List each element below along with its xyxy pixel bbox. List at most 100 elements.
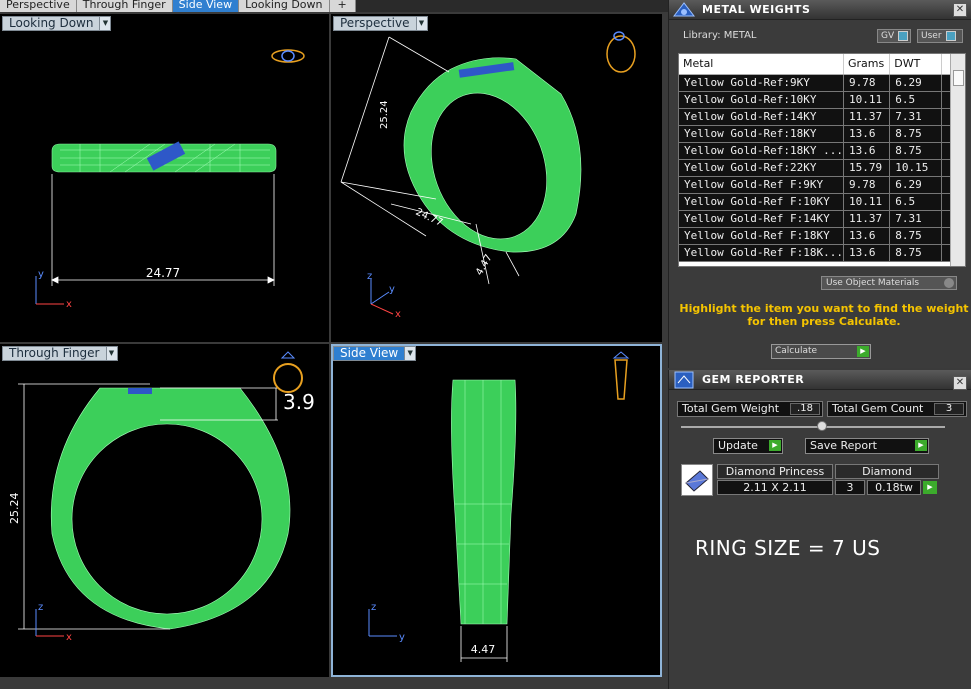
ring-gizmo-icon — [273, 351, 303, 393]
dwt-cell: 7.31 — [889, 210, 942, 228]
add-tab-button[interactable]: + — [329, 0, 356, 12]
gem-size: 2.11 X 2.11 — [717, 480, 833, 495]
axis-triad: z y x — [367, 271, 401, 320]
grams-cell: 10.11 — [843, 193, 891, 211]
dwt-cell: 8.75 — [889, 227, 942, 245]
dwt-cell: 6.5 — [889, 91, 942, 109]
table-row[interactable]: Yellow Gold-Ref:18KY 13.6 8.75 — [679, 125, 951, 143]
axis-triad: y x — [35, 269, 72, 310]
gem-list[interactable]: Diamond Princess Diamond 2.11 X 2.11 3 0… — [679, 464, 961, 500]
axis-triad: z x — [35, 602, 72, 643]
table-row[interactable]: Yellow Gold-Ref:18KY ... 13.6 8.75 — [679, 142, 951, 160]
gv-toggle[interactable]: GV — [877, 29, 911, 43]
gem-slider-knob[interactable] — [817, 421, 827, 431]
metal-cell: Yellow Gold-Ref:22KY — [679, 159, 844, 177]
table-row[interactable]: Yellow Gold-Ref F:18KY 13.6 8.75 — [679, 227, 951, 245]
total-gem-count: Total Gem Count 3 — [827, 401, 967, 417]
viewport-label[interactable]: Looking Down ▼ — [2, 16, 112, 31]
total-gem-weight: Total Gem Weight .18 — [677, 401, 823, 417]
gem-count: 3 — [835, 480, 865, 495]
metal-cell: Yellow Gold-Ref:9KY — [679, 74, 844, 92]
user-toggle[interactable]: User — [917, 29, 963, 43]
dwt-cell: 7.31 — [889, 108, 942, 126]
viewport-through-finger[interactable]: 25.24 3.9 z x Through Finger ▼ — [0, 344, 329, 677]
svg-text:x: x — [66, 632, 72, 643]
total-gem-weight-value: .18 — [790, 403, 820, 415]
metal-cell: Yellow Gold-Ref:10KY — [679, 91, 844, 109]
ring-gizmo-icon — [606, 31, 636, 73]
tab-perspective[interactable]: Perspective — [0, 0, 77, 12]
perspective-render: 25.24 24.77 4.47 z y x — [340, 31, 636, 320]
axis-triad: z y — [368, 602, 405, 643]
grams-cell: 13.6 — [843, 227, 891, 245]
svg-text:z: z — [38, 602, 43, 613]
dimension-callout: 3.9 — [283, 390, 315, 414]
metal-cell: Yellow Gold-Ref F:18KY — [679, 227, 844, 245]
viewport-perspective[interactable]: 25.24 24.77 4.47 z y x Perspective ▼ — [331, 14, 662, 342]
gem-shape: Diamond Princess — [717, 464, 833, 479]
svg-text:x: x — [66, 299, 72, 310]
svg-text:y: y — [399, 632, 405, 643]
metal-weights-logo-icon — [672, 1, 696, 16]
close-icon[interactable]: ✕ — [953, 3, 967, 17]
ring-size-annotation: RING SIZE = 7 US — [695, 536, 881, 560]
metal-cell: Yellow Gold-Ref F:18K... — [679, 244, 844, 262]
tab-through-finger[interactable]: Through Finger — [76, 0, 173, 12]
table-header: Metal Grams DWT — [679, 54, 951, 75]
viewport-label[interactable]: Perspective ▼ — [333, 16, 428, 31]
column-header-metal[interactable]: Metal — [679, 54, 844, 75]
app-window: Perspective Through Finger Side View Loo… — [0, 0, 971, 689]
panel-title: METAL WEIGHTS — [702, 3, 811, 16]
dimension-height: 25.24 — [379, 100, 390, 129]
metal-cell: Yellow Gold-Ref:18KY ... — [679, 142, 844, 160]
metal-cell: Yellow Gold-Ref:14KY — [679, 108, 844, 126]
use-object-materials-toggle[interactable]: Use Object Materials — [821, 276, 957, 290]
gem-slider-track — [681, 426, 945, 428]
table-row[interactable]: Yellow Gold-Ref F:9KY 9.78 6.29 — [679, 176, 951, 194]
close-icon[interactable]: ✕ — [953, 376, 967, 390]
tab-side-view[interactable]: Side View — [172, 0, 240, 12]
grams-cell: 11.37 — [843, 108, 891, 126]
panel-title: GEM REPORTER — [702, 373, 805, 386]
grams-cell: 13.6 — [843, 142, 891, 160]
table-row[interactable]: Yellow Gold-Ref:9KY 9.78 6.29 — [679, 74, 951, 92]
column-header-grams[interactable]: Grams — [843, 54, 891, 75]
play-icon: ▶ — [769, 440, 781, 451]
table-row[interactable]: Yellow Gold-Ref:10KY 10.11 6.5 — [679, 91, 951, 109]
grams-cell: 11.37 — [843, 210, 891, 228]
table-row[interactable]: Yellow Gold-Ref:14KY 11.37 7.31 — [679, 108, 951, 126]
viewport-label[interactable]: Side View ▼ — [333, 346, 417, 361]
metal-cell: Yellow Gold-Ref F:10KY — [679, 193, 844, 211]
metal-cell: Yellow Gold-Ref F:9KY — [679, 176, 844, 194]
play-icon: ▶ — [915, 440, 927, 451]
instruction-text: Highlight the item you want to find the … — [679, 302, 969, 328]
dwt-cell: 8.75 — [889, 142, 942, 160]
gem-weight: 0.18tw — [867, 480, 921, 495]
play-icon[interactable]: ▶ — [923, 481, 937, 494]
dwt-cell: 10.15 — [889, 159, 942, 177]
table-row[interactable]: Yellow Gold-Ref F:18K... 13.6 8.75 — [679, 244, 951, 262]
table-scrollbar[interactable] — [950, 54, 965, 266]
table-row[interactable]: Yellow Gold-Ref F:14KY 11.37 7.31 — [679, 210, 951, 228]
metal-table[interactable]: Metal Grams DWT Yellow Gold-Ref:9KY 9.78 6… — [678, 53, 966, 267]
dimension-thickness: 4.47 — [471, 643, 496, 656]
dimension-depth: 4.47 — [474, 253, 495, 278]
save-report-button[interactable]: Save Report ▶ — [805, 438, 929, 454]
side-view-render: 4.47 z y — [368, 351, 630, 662]
viewport-looking-down[interactable]: 24.77 y x Looking Down ▼ — [0, 14, 329, 342]
panel-header: METAL WEIGHTS — [669, 0, 971, 20]
table-row[interactable]: Yellow Gold-Ref F:10KY 10.11 6.5 — [679, 193, 951, 211]
update-button[interactable]: Update ▶ — [713, 438, 783, 454]
dimension-height: 25.24 — [8, 493, 21, 525]
grams-cell: 15.79 — [843, 159, 891, 177]
viewport-side-view[interactable]: 4.47 z y Side View ▼ — [331, 344, 662, 677]
viewport-label[interactable]: Through Finger ▼ — [2, 346, 118, 361]
table-row[interactable]: Yellow Gold-Ref:22KY 15.79 10.15 — [679, 159, 951, 177]
tab-looking-down[interactable]: Looking Down — [239, 0, 330, 12]
svg-text:y: y — [38, 269, 44, 280]
ring-gizmo-icon — [271, 49, 305, 63]
gem-type: Diamond — [835, 464, 939, 479]
calculate-button[interactable]: Calculate ▶ — [771, 344, 871, 359]
dwt-cell: 8.75 — [889, 125, 942, 143]
column-header-dwt[interactable]: DWT — [889, 54, 942, 75]
